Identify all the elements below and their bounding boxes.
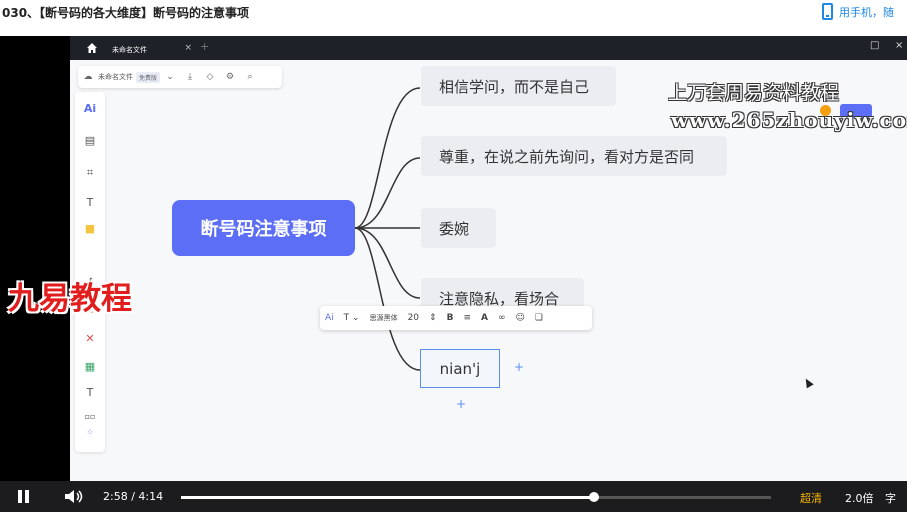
pause-icon[interactable] xyxy=(18,490,30,503)
mindmap-selected-node[interactable]: nian'j xyxy=(420,349,500,388)
tab-label: 未命名文件 xyxy=(112,46,147,54)
ai-icon[interactable]: Ai xyxy=(325,313,334,323)
app-tabbar: 未命名文件 × + □ × xyxy=(70,36,907,60)
page-header: 030、【断号码的各大维度】断号码的注意事项 用手机，随 xyxy=(0,0,907,36)
text-style-icon[interactable]: T ⌄ xyxy=(344,313,360,323)
tab-close-icon[interactable]: × xyxy=(184,43,192,53)
bold-icon[interactable]: B xyxy=(447,313,454,323)
progress-fill xyxy=(181,496,594,499)
emoji-icon[interactable]: ☺ xyxy=(515,313,524,323)
add-child-icon[interactable]: + xyxy=(456,397,466,411)
align-icon[interactable]: ≡ xyxy=(463,313,471,323)
time-separator: / xyxy=(131,490,135,503)
restore-icon[interactable]: □ xyxy=(870,40,879,51)
progress-bar[interactable] xyxy=(181,492,771,502)
home-icon[interactable] xyxy=(86,42,98,54)
font-size-select[interactable]: 20 xyxy=(408,313,419,323)
progress-handle[interactable] xyxy=(589,492,599,502)
mindmap-branch-node[interactable]: 相信学问，而不是自己 xyxy=(421,66,616,106)
player-controls: 2:58 / 4:14 超清 2.0倍 字 xyxy=(0,481,907,512)
add-sibling-icon[interactable]: + xyxy=(514,360,524,374)
quality-button[interactable]: 超清 xyxy=(800,490,822,506)
current-time: 2:58 xyxy=(103,490,128,503)
link-icon[interactable]: ∞ xyxy=(498,313,506,323)
stepper-icon[interactable]: ⇕ xyxy=(429,313,437,323)
watermark-url: www.265zhouyiw.com xyxy=(671,108,907,132)
tab-add-icon[interactable]: + xyxy=(200,40,209,53)
subtitle-button[interactable]: 字 xyxy=(885,490,896,506)
comment-icon[interactable]: ❏ xyxy=(535,313,543,323)
node-format-toolbar: Ai T ⌄ 思源黑体 20 ⇕ B ≡ A ∞ ☺ ❏ xyxy=(320,306,592,330)
mindmap-root-node[interactable]: 断号码注意事项 xyxy=(172,200,355,256)
watermark-title: 上万套周易资料教程 xyxy=(668,82,840,104)
volume-icon[interactable] xyxy=(64,489,84,504)
mobile-view-link[interactable]: 用手机，随 xyxy=(822,3,894,20)
close-icon[interactable]: × xyxy=(895,40,903,51)
mindmap-branch-node[interactable]: 尊重，在说之前先询问，看对方是否同 xyxy=(421,136,727,176)
mobile-view-label: 用手机，随 xyxy=(839,5,894,19)
time-display: 2:58 / 4:14 xyxy=(103,490,163,503)
duration: 4:14 xyxy=(138,490,164,503)
phone-icon xyxy=(822,3,833,20)
font-color-icon[interactable]: A xyxy=(481,313,488,323)
watermark-logo: 九易教程 xyxy=(8,281,132,317)
mindmap-branch-node[interactable]: 委婉 xyxy=(421,208,496,248)
font-select[interactable]: 思源黑体 xyxy=(370,313,398,323)
video-player[interactable]: 未命名文件 × + □ × ☁ 未命名文件 免费版 ⌄ ⤓ ◇ ⚙ ⌕ Ai ▤… xyxy=(0,36,907,512)
speed-button[interactable]: 2.0倍 xyxy=(845,490,874,506)
page-title: 030、【断号码的各大维度】断号码的注意事项 xyxy=(2,6,250,20)
